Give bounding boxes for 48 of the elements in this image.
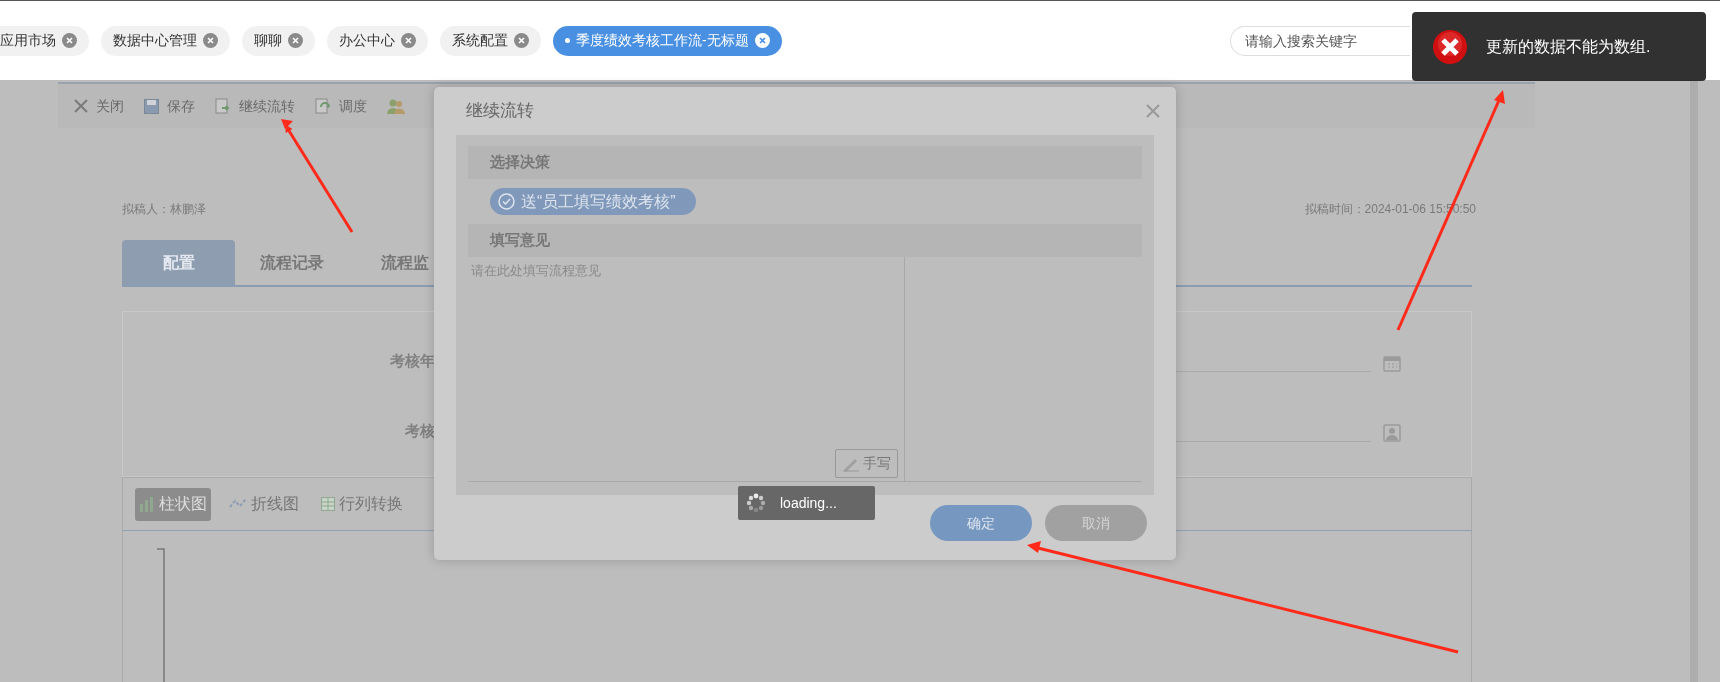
- chart-type-button[interactable]: 行列转换: [317, 487, 407, 521]
- section-header: 选择决策: [468, 146, 1142, 179]
- loading-text: loading...: [780, 493, 837, 513]
- close-icon[interactable]: [754, 33, 770, 48]
- error-icon: [1432, 28, 1468, 65]
- toolbar-button[interactable]: 关闭: [74, 95, 124, 117]
- document-tab[interactable]: 配置: [122, 240, 235, 285]
- nav-tab[interactable]: 应用市场: [0, 25, 89, 56]
- tab-label: 数据中心管理: [113, 31, 197, 50]
- close-icon: [74, 99, 88, 113]
- toolbar-button[interactable]: 继续流转: [215, 95, 295, 117]
- document-refresh-icon: [315, 98, 331, 114]
- bar-chart-icon: [139, 496, 155, 512]
- handwrite-button[interactable]: 手写: [835, 449, 898, 478]
- table-columns-icon: [321, 497, 335, 511]
- close-icon[interactable]: [62, 33, 77, 48]
- nav-tab[interactable]: 系统配置: [440, 25, 541, 56]
- close-icon[interactable]: [401, 33, 416, 48]
- toast-message: 更新的数据不能为数组.: [1486, 36, 1651, 57]
- chart-type-button[interactable]: 折线图: [225, 487, 303, 521]
- tab-label: 办公中心: [339, 31, 395, 50]
- toolbar-button[interactable]: 保存: [144, 95, 195, 117]
- close-icon[interactable]: [1146, 104, 1160, 118]
- nav-tab[interactable]: 聊聊: [242, 25, 315, 56]
- field-label: 考核年: [389, 350, 435, 371]
- nav-tab[interactable]: 数据中心管理: [101, 25, 230, 56]
- dialog-title: 继续流转: [466, 100, 534, 123]
- section-header: 填写意见: [468, 224, 1142, 257]
- tab-label: 应用市场: [0, 31, 56, 50]
- tab-label: 季度绩效考核工作流-无标题: [576, 31, 749, 50]
- drafter-text: 拟稿人：林鹏泽: [122, 201, 206, 218]
- scrollbar[interactable]: [1690, 80, 1698, 682]
- field-label: 考核: [404, 420, 435, 441]
- chart-type-button[interactable]: 柱状图: [135, 487, 211, 521]
- close-icon[interactable]: [288, 33, 303, 48]
- close-icon[interactable]: [203, 33, 218, 48]
- close-icon[interactable]: [514, 33, 529, 48]
- confirm-button[interactable]: 确定: [930, 505, 1032, 541]
- document-tab[interactable]: 流程记录: [235, 240, 348, 285]
- tab-label: 系统配置: [452, 31, 508, 50]
- nav-tab[interactable]: 季度绩效考核工作流-无标题: [553, 25, 782, 56]
- toolbar-button[interactable]: 调度: [315, 95, 367, 117]
- tab-label: 聊聊: [254, 31, 282, 50]
- search-field[interactable]: 请输入搜索关键字: [1230, 25, 1410, 56]
- spinner-icon: [746, 493, 766, 513]
- decision-option[interactable]: 送“员工填写绩效考核”: [490, 188, 696, 215]
- check-circle-icon: [498, 193, 515, 210]
- nav-tab[interactable]: 办公中心: [327, 25, 428, 56]
